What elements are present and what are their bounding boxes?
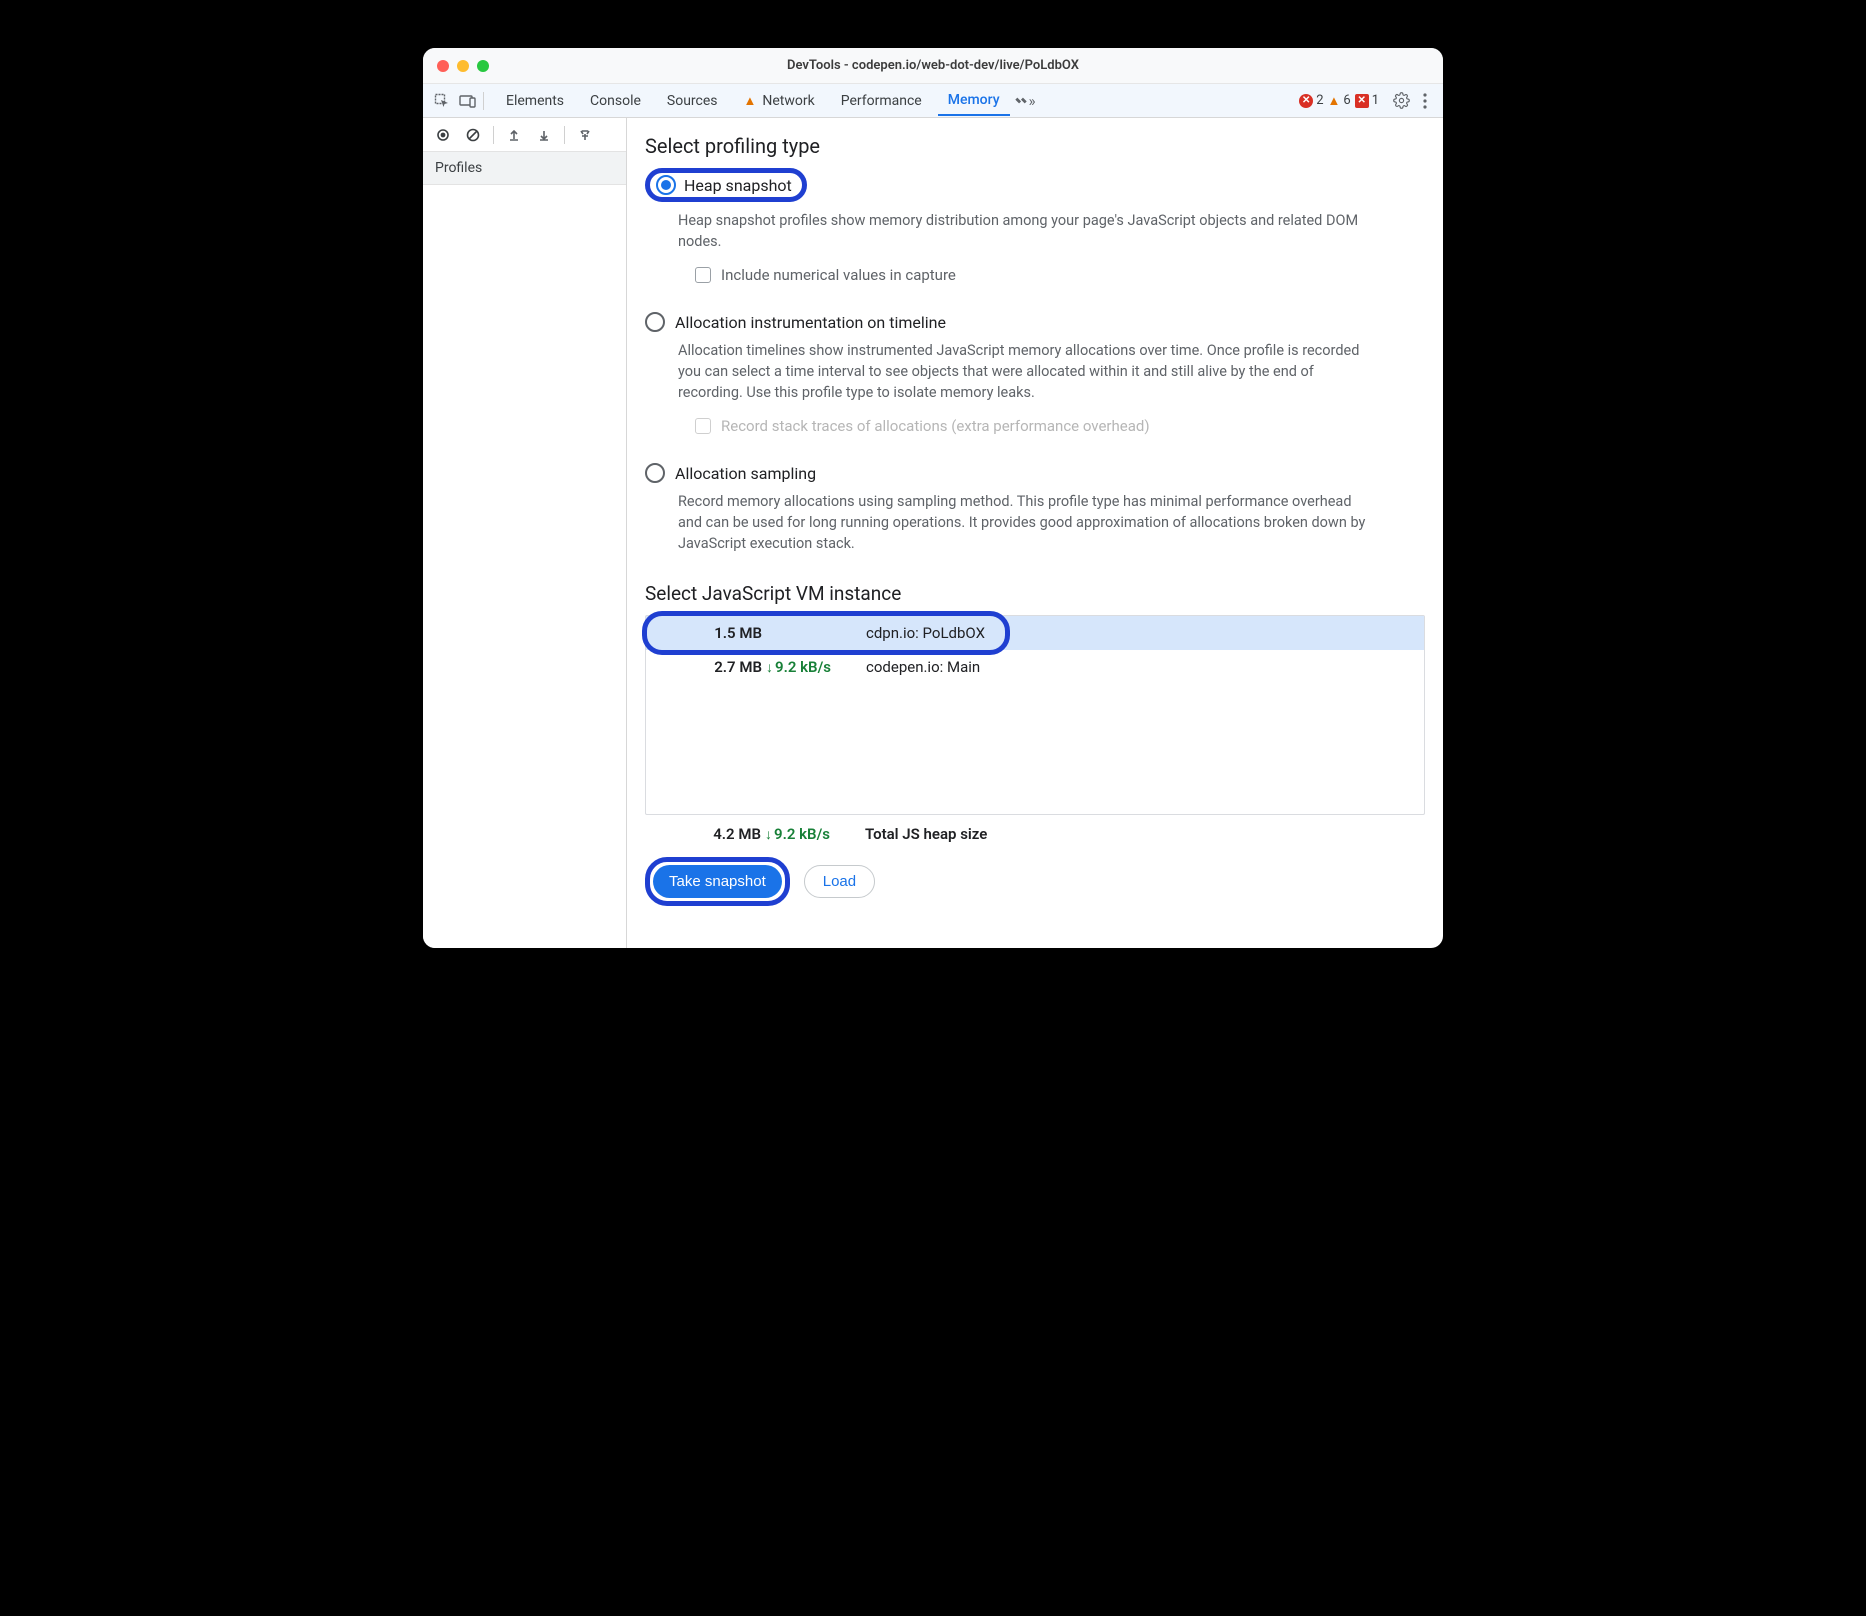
allocation-timeline-description: Allocation timelines show instrumented J… (678, 340, 1378, 403)
warning-triangle-icon: ▲ (1328, 93, 1341, 109)
profiling-option-allocation-timeline: Allocation instrumentation on timeline A… (645, 312, 1425, 435)
errors-count: 2 (1316, 93, 1323, 108)
down-arrow-icon: ↓ (766, 659, 773, 676)
tab-console[interactable]: Console (580, 87, 651, 115)
download-icon[interactable] (532, 123, 556, 147)
inspect-element-icon[interactable] (429, 88, 455, 114)
vm-row-name: codepen.io: Main (852, 658, 980, 676)
error-circle-icon: ✕ (1299, 94, 1313, 108)
devtools-tabs-bar: Elements Console Sources ▲ Network Perfo… (423, 84, 1443, 118)
vm-row[interactable]: 2.7 MB ↓ 9.2 kB/s codepen.io: Main (646, 650, 1424, 684)
window-controls (437, 60, 489, 72)
actions-row: Take snapshot Load (645, 857, 1425, 906)
vm-row-rate: ↓ 9.2 kB/s (766, 658, 852, 676)
allocation-sampling-description: Record memory allocations using sampling… (678, 491, 1378, 554)
minimize-window-icon[interactable] (457, 60, 469, 72)
more-tabs-icon[interactable]: » (1014, 90, 1036, 112)
vm-row-name: cdpn.io: PoLdbOX (852, 624, 985, 642)
window-titlebar: DevTools - codepen.io/web-dot-dev/live/P… (423, 48, 1443, 84)
radio-allocation-sampling[interactable] (645, 463, 665, 483)
include-numerical-values-checkbox-row: Include numerical values in capture (695, 266, 1425, 284)
tab-network[interactable]: ▲ Network (734, 87, 825, 115)
issues-badge[interactable]: ✕ 1 (1355, 93, 1379, 108)
total-size: 4.2 MB (675, 825, 765, 843)
close-window-icon[interactable] (437, 60, 449, 72)
total-rate: ↓ 9.2 kB/s (765, 825, 851, 843)
errors-badge[interactable]: ✕ 2 (1299, 93, 1323, 108)
radio-allocation-sampling-label: Allocation sampling (675, 464, 816, 483)
devtools-window: DevTools - codepen.io/web-dot-dev/live/P… (423, 48, 1443, 948)
profiles-toolbar (423, 118, 626, 152)
tutorial-highlight-ring: Heap snapshot (645, 168, 807, 202)
radio-allocation-timeline-label: Allocation instrumentation on timeline (675, 313, 946, 332)
load-button[interactable]: Load (804, 865, 875, 898)
issues-count: 1 (1372, 93, 1379, 108)
profiles-sidebar: Profiles (423, 118, 627, 948)
heap-snapshot-description: Heap snapshot profiles show memory distr… (678, 210, 1378, 252)
garbage-collect-icon[interactable] (573, 123, 597, 147)
upload-icon[interactable] (502, 123, 526, 147)
device-toolbar-icon[interactable] (455, 88, 481, 114)
down-arrow-icon: ↓ (765, 826, 772, 843)
record-stack-traces-label: Record stack traces of allocations (extr… (721, 417, 1150, 435)
clear-icon[interactable] (461, 123, 485, 147)
vm-row[interactable]: 1.5 MB cdpn.io: PoLdbOX (646, 616, 1424, 650)
total-label: Total JS heap size (851, 825, 987, 843)
profiling-type-heading: Select profiling type (645, 134, 1425, 158)
record-stack-traces-checkbox-row: Record stack traces of allocations (extr… (695, 417, 1425, 435)
warning-triangle-icon: ▲ (744, 93, 757, 109)
vm-instance-table: 1.5 MB cdpn.io: PoLdbOX 2.7 MB ↓ 9.2 kB/… (645, 615, 1425, 815)
include-numerical-values-checkbox[interactable] (695, 267, 711, 283)
total-rate-value: 9.2 kB/s (774, 825, 830, 843)
status-badges: ✕ 2 ▲ 6 ✕ 1 (1299, 93, 1379, 109)
issue-square-icon: ✕ (1355, 94, 1369, 108)
memory-panel-main: Select profiling type Heap snapshot Heap… (627, 118, 1443, 948)
tutorial-highlight-ring: Take snapshot (645, 857, 790, 906)
include-numerical-values-label: Include numerical values in capture (721, 266, 956, 284)
tab-performance[interactable]: Performance (831, 87, 932, 115)
profiling-option-heap-snapshot: Heap snapshot Heap snapshot profiles sho… (645, 168, 1425, 284)
maximize-window-icon[interactable] (477, 60, 489, 72)
radio-heap-snapshot[interactable] (656, 175, 676, 195)
warnings-count: 6 (1343, 93, 1350, 108)
vm-row-size: 1.5 MB (676, 624, 766, 642)
take-snapshot-button[interactable]: Take snapshot (653, 865, 782, 898)
sidebar-section-profiles[interactable]: Profiles (423, 152, 626, 185)
tab-sources[interactable]: Sources (657, 87, 728, 115)
tab-network-label: Network (762, 93, 814, 109)
vm-instance-section: Select JavaScript VM instance 1.5 MB cdp… (645, 582, 1425, 906)
vm-instance-heading: Select JavaScript VM instance (645, 582, 1425, 605)
panel-tabs: Elements Console Sources ▲ Network Perfo… (496, 86, 1010, 115)
tab-elements[interactable]: Elements (496, 87, 574, 115)
radio-heap-snapshot-label: Heap snapshot (684, 176, 792, 195)
vm-row-size: 2.7 MB (676, 658, 766, 676)
radio-allocation-timeline[interactable] (645, 312, 665, 332)
record-icon[interactable] (431, 123, 455, 147)
record-stack-traces-checkbox (695, 418, 711, 434)
settings-gear-icon[interactable] (1389, 89, 1413, 113)
warnings-badge[interactable]: ▲ 6 (1328, 93, 1351, 109)
vm-total-row: 4.2 MB ↓ 9.2 kB/s Total JS heap size (645, 815, 1425, 843)
more-menu-icon[interactable] (1413, 89, 1437, 113)
profiling-option-allocation-sampling: Allocation sampling Record memory alloca… (645, 463, 1425, 554)
window-title: DevTools - codepen.io/web-dot-dev/live/P… (423, 58, 1443, 73)
vm-row-rate-value: 9.2 kB/s (775, 658, 831, 676)
tab-memory[interactable]: Memory (938, 86, 1010, 116)
